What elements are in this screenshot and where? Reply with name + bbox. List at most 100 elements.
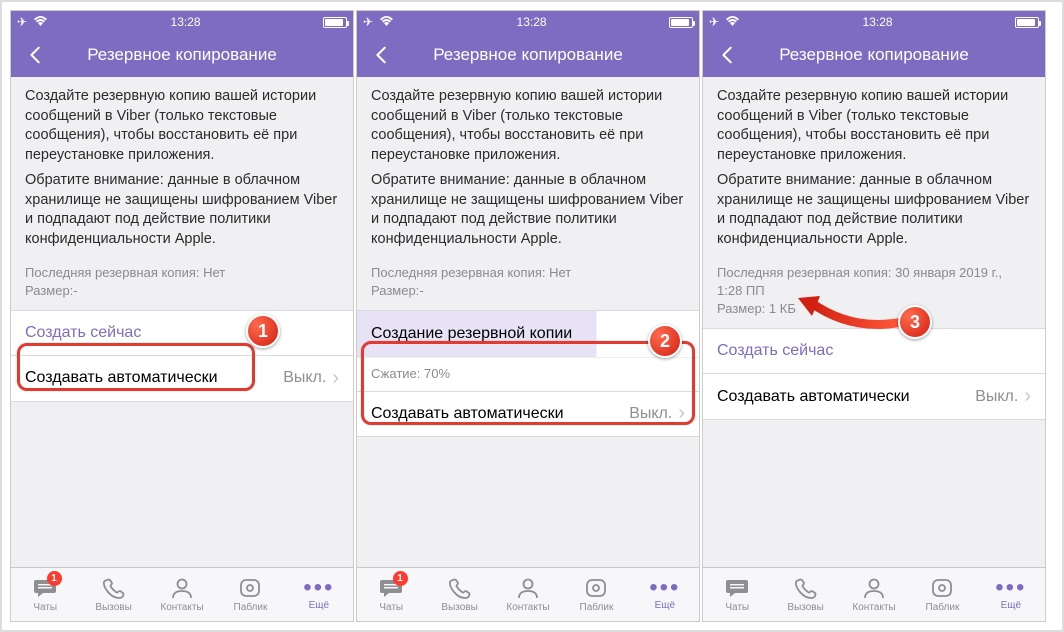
tab-bar: Чаты Вызовы Контакты Паблик ••• Ещё — [703, 567, 1045, 621]
tab-bar: 1 Чаты Вызовы Контакты Паблик ••• Ещё — [11, 567, 353, 621]
backup-notice: Обратите внимание: данные в облачном хра… — [11, 169, 353, 257]
tab-more[interactable]: ••• Ещё — [285, 568, 353, 621]
status-time: 13:28 — [517, 15, 547, 29]
auto-backup-label: Создавать автоматически — [717, 388, 910, 406]
back-button[interactable] — [711, 33, 745, 77]
tab-contacts[interactable]: Контакты — [148, 568, 216, 621]
more-icon: ••• — [649, 578, 680, 598]
tab-public[interactable]: Паблик — [562, 568, 630, 621]
last-backup-info: Последняя резервная копия: Нет Размер:- — [11, 258, 353, 310]
step-marker-3: 3 — [898, 305, 932, 339]
back-button[interactable] — [365, 33, 399, 77]
status-bar: ✈︎ 13:28 — [11, 11, 353, 33]
airplane-mode-icon: ✈︎ — [363, 15, 373, 29]
backup-progress-row: Создание резервной копии Сжатие: 70% — [357, 310, 699, 392]
tab-more[interactable]: ••• Ещё — [631, 568, 699, 621]
tab-public-label: Паблик — [234, 602, 268, 613]
last-backup-date: Последняя резервная копия: 30 января 201… — [717, 264, 1031, 282]
chats-badge: 1 — [47, 571, 62, 586]
screenshot-triptych: ✈︎ 13:28 Резервное копирование Создайте … — [0, 0, 1064, 632]
backup-description: Создайте резервную копию вашей истории с… — [11, 77, 353, 169]
last-backup-info: Последняя резервная копия: Нет Размер:- — [357, 258, 699, 310]
tab-contacts-label: Контакты — [160, 602, 203, 613]
tab-chats-label: Чаты — [33, 602, 57, 613]
tab-chats-label: Чаты — [379, 602, 403, 613]
tab-calls-label: Вызовы — [787, 602, 823, 613]
last-backup-line: Последняя резервная копия: Нет — [25, 264, 339, 282]
content-area: Создайте резервную копию вашей истории с… — [11, 77, 353, 567]
tab-contacts[interactable]: Контакты — [494, 568, 562, 621]
backup-notice: Обратите внимание: данные в облачном хра… — [703, 169, 1045, 257]
battery-icon — [669, 17, 693, 28]
status-time: 13:28 — [171, 15, 201, 29]
tab-more-label: Ещё — [1001, 600, 1021, 611]
auto-backup-value: Выкл. — [283, 369, 330, 387]
tab-public-label: Паблик — [580, 602, 614, 613]
status-bar: ✈︎ 13:28 — [357, 11, 699, 33]
nav-header: Резервное копирование — [703, 33, 1045, 77]
battery-icon — [1015, 17, 1039, 28]
tab-public[interactable]: Паблик — [908, 568, 976, 621]
airplane-mode-icon: ✈︎ — [17, 15, 27, 29]
page-title: Резервное копирование — [433, 45, 623, 65]
backup-size-line: Размер:- — [371, 282, 685, 300]
chevron-right-icon: › — [1024, 385, 1031, 408]
page-title: Резервное копирование — [87, 45, 277, 65]
tab-calls[interactable]: Вызовы — [771, 568, 839, 621]
last-backup-line: Последняя резервная копия: Нет — [371, 264, 685, 282]
auto-backup-row[interactable]: Создавать автоматически Выкл. › — [357, 391, 699, 437]
wifi-icon — [33, 15, 48, 30]
create-now-label: Создать сейчас — [25, 324, 141, 342]
tab-calls-label: Вызовы — [95, 602, 131, 613]
tab-contacts[interactable]: Контакты — [840, 568, 908, 621]
phone-screen-2: ✈︎ 13:28 Резервное копирование Создайте … — [356, 10, 700, 622]
auto-backup-row[interactable]: Создавать автоматически Выкл. › — [11, 356, 353, 402]
chevron-right-icon: › — [332, 367, 339, 390]
compression-status: Сжатие: 70% — [357, 357, 699, 391]
tab-more-label: Ещё — [655, 600, 675, 611]
step-marker-1: 1 — [246, 314, 280, 348]
tab-contacts-label: Контакты — [852, 602, 895, 613]
tab-calls[interactable]: Вызовы — [425, 568, 493, 621]
back-button[interactable] — [19, 33, 53, 77]
tab-chats[interactable]: Чаты — [703, 568, 771, 621]
tab-contacts-label: Контакты — [506, 602, 549, 613]
wifi-icon — [725, 15, 740, 30]
tab-bar: 1 Чаты Вызовы Контакты Паблик ••• Ещё — [357, 567, 699, 621]
backup-size-line: Размер:- — [25, 282, 339, 300]
auto-backup-label: Создавать автоматически — [25, 369, 218, 387]
status-time: 13:28 — [863, 15, 893, 29]
page-title: Резервное копирование — [779, 45, 969, 65]
backup-description: Создайте резервную копию вашей истории с… — [357, 77, 699, 169]
phone-screen-1: ✈︎ 13:28 Резервное копирование Создайте … — [10, 10, 354, 622]
tab-more[interactable]: ••• Ещё — [977, 568, 1045, 621]
tab-public[interactable]: Паблик — [216, 568, 284, 621]
backup-description: Создайте резервную копию вашей истории с… — [703, 77, 1045, 169]
status-bar: ✈︎ 13:28 — [703, 11, 1045, 33]
chevron-right-icon: › — [678, 402, 685, 425]
auto-backup-row[interactable]: Создавать автоматически Выкл. › — [703, 374, 1045, 420]
tab-chats[interactable]: 1 Чаты — [11, 568, 79, 621]
auto-backup-value: Выкл. — [975, 388, 1022, 406]
creating-backup-label: Создание резервной копии — [371, 325, 572, 343]
auto-backup-value: Выкл. — [629, 405, 676, 423]
tab-more-label: Ещё — [309, 600, 329, 611]
airplane-mode-icon: ✈︎ — [709, 15, 719, 29]
more-icon: ••• — [303, 578, 334, 598]
chats-badge: 1 — [393, 571, 408, 586]
create-now-button[interactable]: Создать сейчас — [11, 310, 353, 356]
create-now-label: Создать сейчас — [717, 342, 833, 360]
auto-backup-label: Создавать автоматически — [371, 405, 564, 423]
tab-chats-label: Чаты — [725, 602, 749, 613]
tab-chats[interactable]: 1 Чаты — [357, 568, 425, 621]
nav-header: Резервное копирование — [357, 33, 699, 77]
tab-calls[interactable]: Вызовы — [79, 568, 147, 621]
battery-icon — [323, 17, 347, 28]
tab-public-label: Паблик — [926, 602, 960, 613]
tab-calls-label: Вызовы — [441, 602, 477, 613]
step-marker-2: 2 — [648, 324, 682, 358]
wifi-icon — [379, 15, 394, 30]
backup-notice: Обратите внимание: данные в облачном хра… — [357, 169, 699, 257]
more-icon: ••• — [995, 578, 1026, 598]
annotation-arrow — [792, 292, 912, 342]
